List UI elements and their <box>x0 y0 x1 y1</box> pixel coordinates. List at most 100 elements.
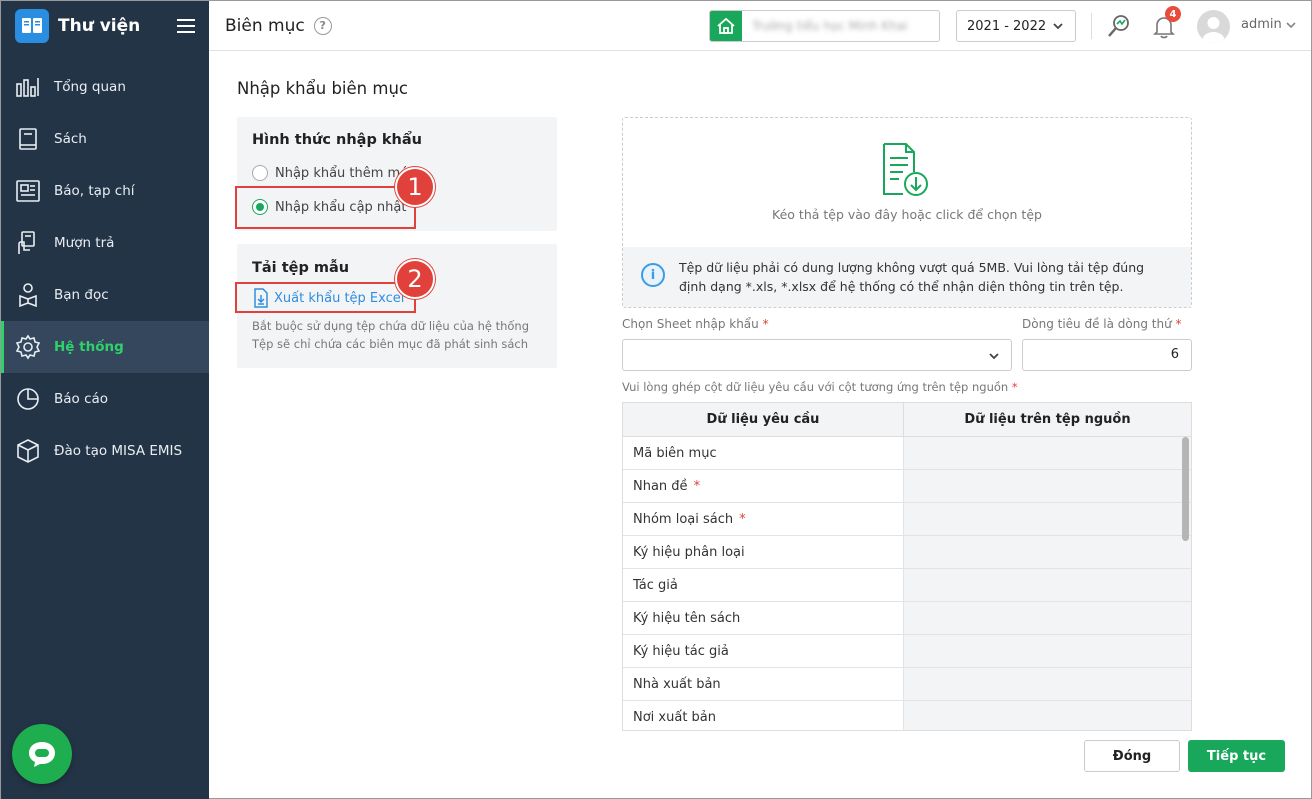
table-row: Nơi xuất bản <box>623 701 1191 730</box>
avatar[interactable] <box>1197 10 1230 43</box>
dropzone-info: i Tệp dữ liệu phải có dung lượng không v… <box>623 247 1191 307</box>
column-mapping-table: Dữ liệu yêu cầu Dữ liệu trên tệp nguồn M… <box>622 402 1192 731</box>
school-year-select[interactable]: 2021 - 2022 <box>956 10 1076 42</box>
header-row-label: Dòng tiêu đề là dòng thứ * <box>1022 317 1182 331</box>
sidebar-item-reports[interactable]: Báo cáo <box>1 373 209 425</box>
required-star: * <box>693 478 701 494</box>
file-dropzone[interactable]: Kéo thả tệp vào đây hoặc click để chọn t… <box>622 117 1192 308</box>
required-field-label: Nhà xuất bản <box>633 676 721 692</box>
required-field-cell: Mã biên mục <box>623 437 904 469</box>
required-field-cell: Ký hiệu tác giả <box>623 635 904 667</box>
radio-import-new[interactable]: Nhập khẩu thêm mới <box>252 165 412 181</box>
sidebar-item-newspapers[interactable]: Báo, tạp chí <box>1 165 209 217</box>
template-hint-line1: Bắt buộc sử dụng tệp chứa dữ liệu của hệ… <box>252 319 530 333</box>
source-column-cell[interactable] <box>904 536 1191 568</box>
callout-badge-2: 2 <box>395 259 435 299</box>
library-logo-icon <box>15 9 49 43</box>
gear-icon <box>15 334 41 360</box>
source-column-cell[interactable] <box>904 503 1191 535</box>
dropzone-text: Kéo thả tệp vào đây hoặc click để chọn t… <box>772 207 1042 222</box>
required-field-cell: Nơi xuất bản <box>623 701 904 730</box>
header-divider <box>1091 13 1092 39</box>
chat-bubble-icon <box>29 742 55 767</box>
source-column-cell[interactable] <box>904 701 1191 730</box>
chevron-down-icon <box>1053 23 1063 30</box>
mapping-label-text: Vui lòng ghép cột dữ liệu yêu cầu với cộ… <box>622 380 1009 394</box>
required-field-label: Ký hiệu tên sách <box>633 610 741 626</box>
next-button[interactable]: Tiếp tục <box>1188 740 1285 772</box>
table-row: Nhà xuất bản <box>623 668 1191 701</box>
col-required-header: Dữ liệu yêu cầu <box>623 403 904 436</box>
table-row: Ký hiệu phân loại <box>623 536 1191 569</box>
template-hint: Bắt buộc sử dụng tệp chứa dữ liệu của hệ… <box>252 317 529 353</box>
header-row-label-text: Dòng tiêu đề là dòng thứ <box>1022 317 1172 331</box>
pie-chart-icon <box>15 386 41 412</box>
table-scrollbar[interactable] <box>1182 437 1189 541</box>
sidebar-item-overview[interactable]: Tổng quan <box>1 61 209 113</box>
upload-file-icon <box>883 143 928 196</box>
source-column-cell[interactable] <box>904 668 1191 700</box>
template-hint-line2: Tệp sẽ chỉ chứa các biên mục đã phát sin… <box>252 337 529 351</box>
top-header: Biên mục ? Trường tiểu học Minh Khai 202… <box>209 1 1311 51</box>
table-header: Dữ liệu yêu cầu Dữ liệu trên tệp nguồn <box>623 403 1191 437</box>
borrow-icon <box>15 230 41 256</box>
required-field-label: Nơi xuất bản <box>633 709 717 725</box>
newspaper-icon <box>15 178 41 204</box>
sidebar-item-training[interactable]: Đào tạo MISA EMIS <box>1 425 209 477</box>
callout-badge-1: 1 <box>395 167 435 207</box>
required-field-cell: Nhóm loại sách * <box>623 503 904 535</box>
sidebar-item-books[interactable]: Sách <box>1 113 209 165</box>
search-icon[interactable] <box>1105 12 1133 40</box>
required-field-label: Tác giả <box>633 577 678 593</box>
page-title: Biên mục <box>225 15 305 36</box>
help-icon[interactable]: ? <box>313 16 332 35</box>
radio-unchecked[interactable] <box>252 165 268 181</box>
source-column-cell[interactable] <box>904 569 1191 601</box>
close-button[interactable]: Đóng <box>1084 740 1180 772</box>
school-year-value: 2021 - 2022 <box>967 18 1047 34</box>
required-field-label: Nhóm loại sách <box>633 511 734 527</box>
required-field-cell: Ký hiệu phân loại <box>623 536 904 568</box>
sidebar-item-borrow[interactable]: Mượn trả <box>1 217 209 269</box>
callout-frame-1 <box>235 186 416 229</box>
sidebar: Thư viện Tổng quan Sách Báo, tạp chí Mượ… <box>1 1 209 799</box>
chevron-down-icon <box>989 353 999 360</box>
sidebar-item-label: Báo, tạp chí <box>54 183 135 199</box>
sidebar-item-readers[interactable]: Bạn đọc <box>1 269 209 321</box>
source-column-cell[interactable] <box>904 602 1191 634</box>
menu-toggle-icon[interactable] <box>177 15 195 37</box>
sheet-label-text: Chọn Sheet nhập khẩu <box>622 317 759 331</box>
info-icon: i <box>641 263 665 287</box>
chat-support-button[interactable] <box>12 724 72 784</box>
required-field-cell: Nhà xuất bản <box>623 668 904 700</box>
table-row: Nhóm loại sách * <box>623 503 1191 536</box>
col-source-header: Dữ liệu trên tệp nguồn <box>964 412 1131 427</box>
sidebar-item-system[interactable]: Hệ thống <box>1 321 209 373</box>
header-row-input[interactable]: 6 <box>1022 339 1192 371</box>
table-row: Tác giả <box>623 569 1191 602</box>
home-icon <box>710 11 742 41</box>
sheet-label: Chọn Sheet nhập khẩu * <box>622 317 769 331</box>
chevron-down-icon[interactable] <box>1285 19 1297 31</box>
source-column-cell[interactable] <box>904 470 1191 502</box>
table-row: Mã biên mục <box>623 437 1191 470</box>
import-type-title: Hình thức nhập khẩu <box>252 132 422 148</box>
sidebar-item-label: Bạn đọc <box>54 287 109 303</box>
required-field-label: Nhan đề <box>633 478 688 494</box>
reader-icon <box>15 282 41 308</box>
source-column-cell[interactable] <box>904 437 1191 469</box>
sidebar-item-label: Sách <box>54 131 87 147</box>
required-field-label: Ký hiệu tác giả <box>633 643 729 659</box>
chart-bars-icon <box>15 74 41 100</box>
brand: Thư viện <box>1 1 209 51</box>
sidebar-item-label: Tổng quan <box>54 79 126 95</box>
school-selector[interactable]: Trường tiểu học Minh Khai <box>709 10 940 42</box>
table-row: Ký hiệu tên sách <box>623 602 1191 635</box>
user-name[interactable]: admin <box>1241 17 1282 32</box>
book-icon <box>15 126 41 152</box>
sheet-select[interactable] <box>622 339 1012 371</box>
sidebar-item-label: Đào tạo MISA EMIS <box>54 443 183 459</box>
radio-label: Nhập khẩu thêm mới <box>275 165 412 181</box>
source-column-cell[interactable] <box>904 635 1191 667</box>
required-field-cell: Ký hiệu tên sách <box>623 602 904 634</box>
